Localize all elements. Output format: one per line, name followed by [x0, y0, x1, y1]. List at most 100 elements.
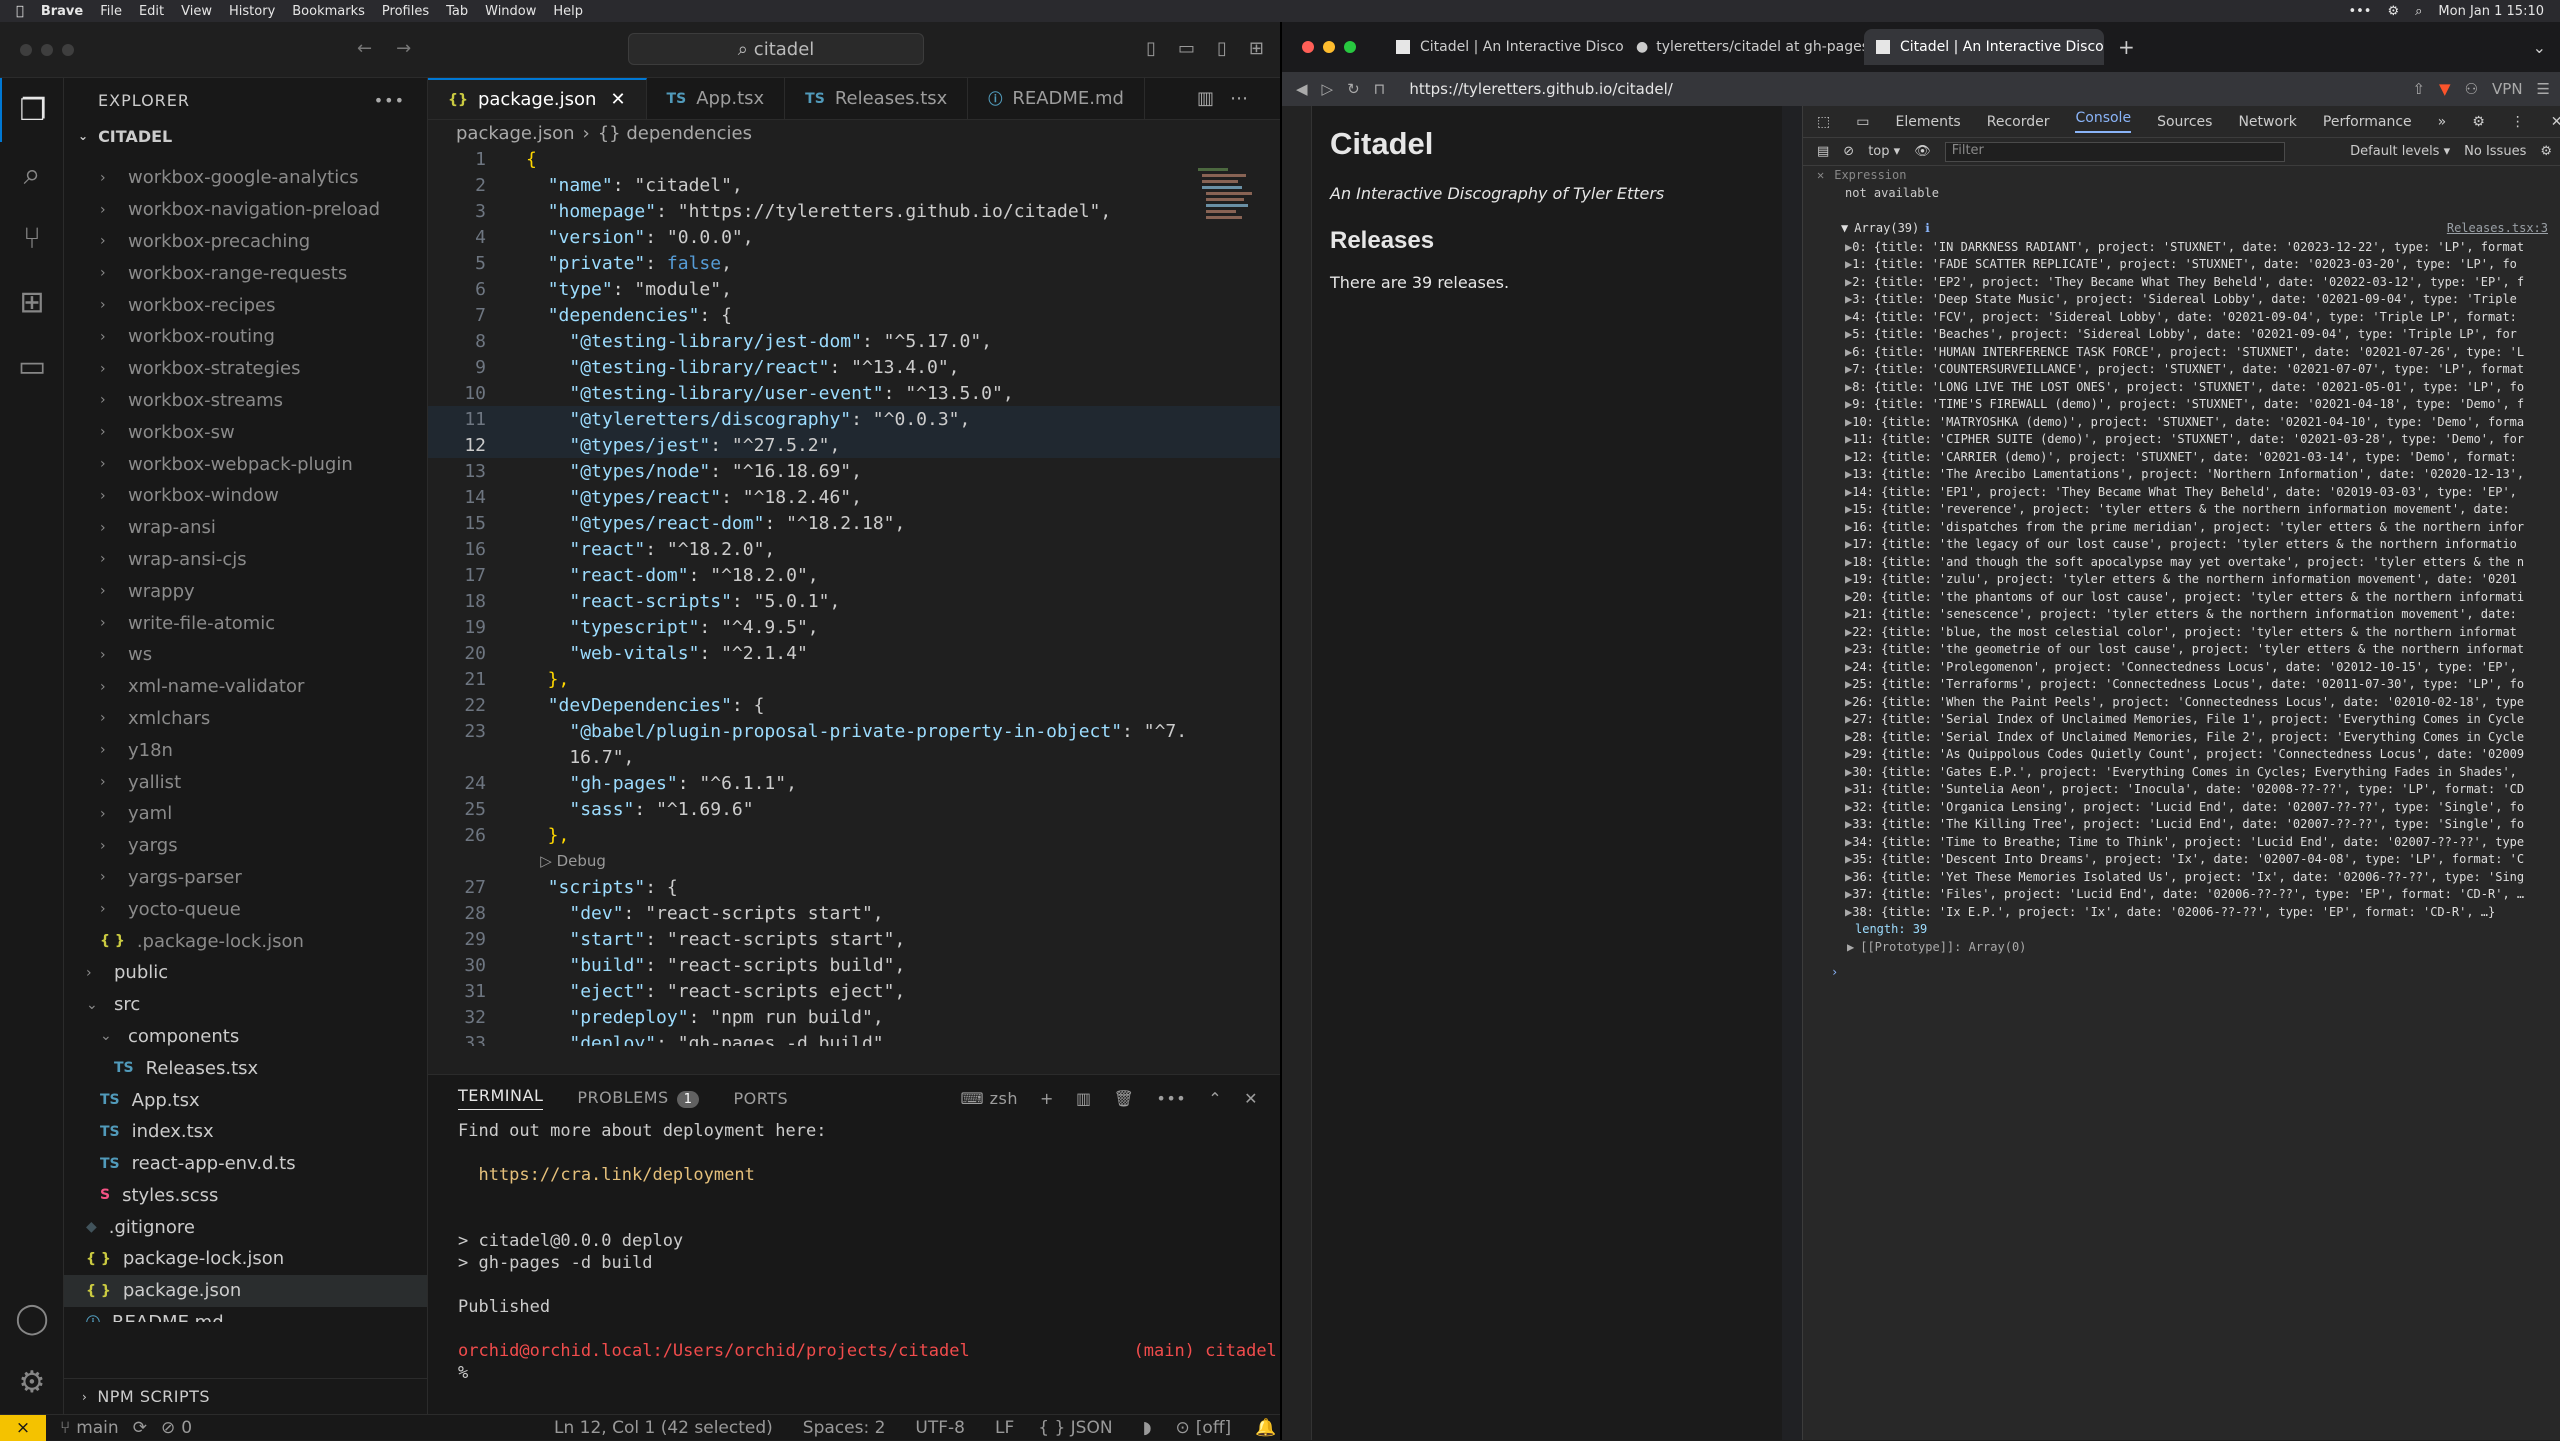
- expand-triangle-icon[interactable]: ▶: [1845, 415, 1852, 429]
- code-line[interactable]: 16.7",: [428, 744, 1280, 770]
- array-entry[interactable]: ▶ 6: {title: 'HUMAN INTERFERENCE TASK FO…: [1817, 343, 2560, 361]
- breadcrumb-file[interactable]: package.json: [456, 123, 575, 144]
- expand-triangle-icon[interactable]: ▶: [1845, 537, 1852, 551]
- code-line[interactable]: 18 "react-scripts": "5.0.1",: [428, 588, 1280, 614]
- context-selector[interactable]: top ▾: [1868, 144, 1900, 159]
- split-terminal-icon[interactable]: ▥: [1076, 1089, 1092, 1108]
- tree-item[interactable]: { } .package-lock.json: [64, 925, 427, 957]
- array-entry[interactable]: ▶ 0: {title: 'IN DARKNESS RADIANT', proj…: [1817, 238, 2560, 256]
- tab-recorder[interactable]: Recorder: [1987, 114, 2050, 130]
- command-center[interactable]: ⌕ citadel: [628, 33, 924, 65]
- code-line[interactable]: 15 "@types/react-dom": "^18.2.18",: [428, 510, 1280, 536]
- bookmark-icon[interactable]: ⊓: [1374, 80, 1386, 98]
- sidebar-toggle-icon[interactable]: ▤: [1817, 144, 1829, 159]
- expand-triangle-icon[interactable]: ▶: [1845, 747, 1852, 761]
- array-entry[interactable]: ▶ 5: {title: 'Beaches', project: 'Sidere…: [1817, 326, 2560, 344]
- trash-icon[interactable]: 🗑: [1114, 1089, 1135, 1108]
- tree-item[interactable]: › xml-name-validator: [64, 671, 427, 703]
- tree-item[interactable]: › workbox-google-analytics: [64, 162, 427, 194]
- close-tab-icon[interactable]: ✕: [610, 89, 625, 110]
- tree-item[interactable]: › workbox-recipes: [64, 289, 427, 321]
- editor-tab[interactable]: {} package.json ✕: [428, 78, 647, 119]
- tree-item[interactable]: TS App.tsx: [64, 1084, 427, 1116]
- issues-counter[interactable]: No Issues: [2464, 144, 2526, 159]
- code-line[interactable]: 4 "version": "0.0.0",: [428, 224, 1280, 250]
- code-line[interactable]: 25 "sass": "^1.69.6": [428, 796, 1280, 822]
- tree-item[interactable]: › y18n: [64, 734, 427, 766]
- browser-tab[interactable]: ● tyleretters/citadel at gh-pages: [1624, 29, 1864, 65]
- expand-triangle-icon[interactable]: ▶: [1845, 520, 1852, 534]
- tree-item[interactable]: › workbox-routing: [64, 321, 427, 353]
- expand-triangle-icon[interactable]: ▶: [1845, 555, 1852, 569]
- expand-triangle-icon[interactable]: ▶: [1845, 730, 1852, 744]
- project-folder-header[interactable]: ⌄ CITADEL: [64, 122, 427, 150]
- expand-triangle-icon[interactable]: ▶: [1845, 362, 1852, 376]
- expand-triangle-icon[interactable]: ▶: [1845, 450, 1852, 464]
- code-line[interactable]: 5 "private": false,: [428, 250, 1280, 276]
- expand-triangle-icon[interactable]: ▶: [1845, 677, 1852, 691]
- tree-item[interactable]: TS Releases.tsx: [64, 1052, 427, 1084]
- expand-triangle-icon[interactable]: ▼: [1841, 221, 1848, 235]
- menu-help[interactable]: Help: [553, 4, 583, 19]
- expand-triangle-icon[interactable]: ▶: [1845, 765, 1852, 779]
- array-entry[interactable]: ▶ 20: {title: 'the phantoms of our lost …: [1817, 588, 2560, 606]
- array-entry[interactable]: ▶ 12: {title: 'CARRIER (demo)', project:…: [1817, 448, 2560, 466]
- array-entry[interactable]: ▶ 27: {title: 'Serial Index of Unclaimed…: [1817, 711, 2560, 729]
- tree-item[interactable]: › workbox-window: [64, 480, 427, 512]
- array-entry[interactable]: ▶ 15: {title: 'reverence', project: 'tyl…: [1817, 501, 2560, 519]
- ports-count[interactable]: 0: [181, 1418, 192, 1438]
- expand-triangle-icon[interactable]: ▶: [1845, 817, 1852, 831]
- code-line[interactable]: 1{: [428, 146, 1280, 172]
- device-toolbar-icon[interactable]: ▭: [1856, 114, 1869, 130]
- terminal-shell-icon[interactable]: ⌨ zsh: [960, 1089, 1018, 1108]
- window-controls[interactable]: [20, 43, 74, 56]
- expand-triangle-icon[interactable]: ▶: [1845, 782, 1852, 796]
- nav-arrows[interactable]: ←→: [357, 38, 435, 59]
- notifications-bell-icon[interactable]: 🔔: [1255, 1418, 1276, 1438]
- new-terminal-icon[interactable]: +: [1040, 1089, 1054, 1108]
- array-entry[interactable]: ▶ 4: {title: 'FCV', project: 'Sidereal L…: [1817, 308, 2560, 326]
- sync-icon[interactable]: ⟳: [133, 1418, 147, 1438]
- forward-icon[interactable]: ▷: [1322, 80, 1334, 98]
- array-entry[interactable]: ▶ 38: {title: 'Ix E.P.', project: 'Ix', …: [1817, 903, 2560, 921]
- reload-icon[interactable]: ↻: [1347, 80, 1360, 98]
- tree-item[interactable]: › workbox-webpack-plugin: [64, 448, 427, 480]
- array-entry[interactable]: ▶ 37: {title: 'Files', project: 'Lucid E…: [1817, 886, 2560, 904]
- code-line[interactable]: ▷ Debug: [428, 848, 1280, 874]
- indentation[interactable]: Spaces: 2: [803, 1418, 886, 1438]
- array-entry[interactable]: ▶ 18: {title: 'and though the soft apoca…: [1817, 553, 2560, 571]
- code-line[interactable]: 24 "gh-pages": "^6.1.1",: [428, 770, 1280, 796]
- expand-triangle-icon[interactable]: ▶: [1845, 625, 1852, 639]
- code-line[interactable]: 17 "react-dom": "^18.2.0",: [428, 562, 1280, 588]
- tree-item[interactable]: › xmlchars: [64, 703, 427, 735]
- tree-item[interactable]: ⓘ README.md: [64, 1307, 427, 1322]
- expand-triangle-icon[interactable]: ▶: [1845, 257, 1852, 271]
- expand-triangle-icon[interactable]: ▶: [1845, 240, 1852, 254]
- code-line[interactable]: 27 "scripts": {: [428, 874, 1280, 900]
- expand-triangle-icon[interactable]: ▶: [1845, 590, 1852, 604]
- menu-tab[interactable]: Tab: [446, 4, 468, 19]
- explorer-icon[interactable]: ❐: [0, 78, 64, 142]
- array-entry[interactable]: ▶ 26: {title: 'When the Paint Peels', pr…: [1817, 693, 2560, 711]
- tab-console[interactable]: Console: [2075, 110, 2132, 133]
- console-array-log[interactable]: ▼ Array(39) ℹ Releases.tsx:3: [1817, 218, 2560, 238]
- tree-item[interactable]: { } package.json: [64, 1274, 427, 1307]
- expand-triangle-icon[interactable]: ▶: [1845, 660, 1852, 674]
- code-line[interactable]: 16 "react": "^18.2.0",: [428, 536, 1280, 562]
- tree-item[interactable]: › workbox-navigation-preload: [64, 194, 427, 226]
- log-levels-dropdown[interactable]: Default levels ▾: [2350, 144, 2450, 159]
- close-expression-icon[interactable]: ✕: [1817, 168, 1824, 182]
- apple-icon[interactable]: : [16, 4, 24, 19]
- expand-triangle-icon[interactable]: ▶: [1845, 502, 1852, 516]
- expand-triangle-icon[interactable]: ▶: [1845, 695, 1852, 709]
- array-entry[interactable]: ▶ 8: {title: 'LONG LIVE THE LOST ONES', …: [1817, 378, 2560, 396]
- npm-scripts-section[interactable]: › NPM SCRIPTS: [64, 1378, 427, 1414]
- search-icon[interactable]: ⌕: [2415, 4, 2422, 19]
- code-line[interactable]: 19 "typescript": "^4.9.5",: [428, 614, 1280, 640]
- array-entry[interactable]: ▶ 32: {title: 'Organica Lensing', projec…: [1817, 798, 2560, 816]
- expand-triangle-icon[interactable]: ▶: [1845, 345, 1852, 359]
- array-entry[interactable]: ▶ 13: {title: 'The Arecibo Lamentations'…: [1817, 466, 2560, 484]
- settings-gear-icon[interactable]: ⚙: [0, 1350, 64, 1414]
- tree-item[interactable]: › yallist: [64, 766, 427, 798]
- code-line[interactable]: 7 "dependencies": {: [428, 302, 1280, 328]
